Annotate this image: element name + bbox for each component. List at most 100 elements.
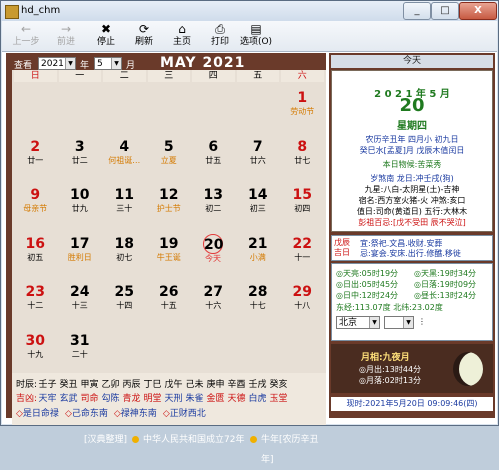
calendar-cell-bg (192, 326, 235, 373)
lunar-label: 初四 (294, 204, 311, 213)
toolbar-label: 打印 (210, 37, 229, 47)
lunar-label: 廿七 (294, 155, 311, 165)
calendar-day-cell[interactable]: 24 十三 (59, 284, 102, 311)
calendar-day-cell[interactable]: 26 十五 (148, 284, 191, 311)
today-weekday: 星期四 (397, 121, 427, 132)
maximize-button[interactable]: □ (431, 2, 459, 20)
lunar-line-1: 农历辛丑年 四月小 初九日 (365, 135, 459, 144)
weekday-header: 一 (58, 70, 101, 82)
toolbar-button-2[interactable]: ✖ 停止 (88, 21, 124, 51)
toolbar-button-4[interactable]: ⌂ 主页 (164, 21, 200, 51)
toolbar-button-0[interactable]: ← 上一步 (8, 21, 44, 51)
calendar-day-cell[interactable]: 27 十六 (192, 284, 235, 311)
day-number: 31 (70, 332, 90, 349)
toolbar-button-6[interactable]: ▤ 选项(O) (238, 21, 274, 51)
calendar-day-cell[interactable]: 3 廿二 (59, 139, 102, 166)
calendar-day-cell[interactable]: 11 三十 (103, 187, 146, 214)
calendar-day-cell[interactable]: 15 初四 (281, 187, 324, 214)
lunar-label: 初二 (205, 204, 222, 213)
wuhou: 本日物候:苦菜秀 (382, 160, 442, 169)
minimize-button[interactable]: _ (403, 2, 431, 20)
calendar-day-cell[interactable]: 20 今天 (203, 233, 223, 264)
lunar-label: 廿九 (71, 204, 88, 213)
calendar-day-cell[interactable]: 21 小满 (237, 236, 280, 263)
calendar-day-cell[interactable]: 25 十四 (103, 284, 146, 311)
calendar-day-cell[interactable]: 12 护士节 (148, 187, 191, 214)
lunar-label: 十五 (160, 301, 177, 310)
shen-item: ◇是日命禄 (16, 409, 59, 419)
calendar-day-cell[interactable]: 19 牛王诞 (148, 236, 191, 263)
footer-year: 牛年[农历辛丑年] (261, 435, 319, 465)
calendar-day-cell[interactable]: 14 初三 (237, 187, 280, 214)
pengzu-line: 彭祖百忌:[戊不受田 辰不哭泣] (358, 218, 466, 227)
sun-icon: ◎ (414, 291, 421, 300)
sun-time-item: ◎日落:19时09分 (414, 280, 477, 289)
info-item: 癸丑 (59, 380, 78, 390)
info-item: 朱雀 (185, 394, 204, 404)
zhishen-line: 值日:司命(黄道日) 五行:大林木 (356, 207, 468, 216)
calendar-day-cell[interactable]: 18 初七 (103, 236, 146, 263)
toolbar-label: 前进 (56, 37, 75, 47)
info-item: 壬子 (38, 380, 57, 390)
lunar-label: 十四 (116, 301, 133, 310)
calendar-day-cell[interactable]: 1 劳动节 (281, 90, 324, 117)
calendar-day-cell[interactable]: 31 二十 (59, 333, 102, 360)
calendar-cell-bg (147, 326, 190, 373)
city-select[interactable]: 北京 ▼ (336, 316, 380, 329)
year-select[interactable]: 2021 ▼ (38, 57, 76, 70)
calendar-day-cell[interactable]: 7 廿六 (237, 139, 280, 166)
calendar-day-cell[interactable]: 22 十一 (281, 236, 324, 263)
toolbar-button-1[interactable]: → 前进 (48, 21, 84, 51)
calendar-day-cell[interactable]: 30 十九 (14, 333, 57, 360)
chevron-down-icon: ▼ (369, 317, 379, 328)
info-item: 乙卯 (101, 380, 120, 390)
calendar-day-cell[interactable]: 5 立夏 (148, 139, 191, 166)
calendar-day-cell[interactable]: 4 何祖诞… (103, 139, 146, 166)
calendar-day-cell[interactable]: 16 初五 (14, 236, 57, 263)
calendar-day-cell[interactable]: 28 十七 (237, 284, 280, 311)
weekday-header: 二 (103, 70, 146, 82)
calendar-day-cell[interactable]: 29 十八 (281, 284, 324, 311)
lunar-label: 今天 (205, 253, 221, 263)
bullet-icon: ◎ (359, 376, 366, 385)
toolbar-label: 停止 (96, 37, 115, 47)
day-number: 14 (248, 187, 268, 203)
calendar-day-cell[interactable]: 2 廿一 (14, 139, 57, 166)
calendar-day-cell[interactable]: 23 十二 (14, 284, 57, 311)
calendar-day-cell[interactable]: 8 廿七 (281, 139, 324, 166)
toolbar-button-5[interactable]: ⎙ 打印 (202, 21, 238, 51)
toolbar-button-3[interactable]: ⟳ 刷新 (126, 21, 162, 51)
calendar-day-cell[interactable]: 10 廿九 (59, 187, 102, 214)
sun-time-item: ◎天黑:19时34分 (414, 269, 477, 278)
lunar-label: 护士节 (156, 204, 181, 213)
diamond-icon: ◇ (64, 409, 72, 419)
month-title: MAY 2021 (160, 55, 246, 71)
close-button[interactable]: X (459, 2, 497, 20)
today-day-number: 20 (399, 95, 425, 116)
calendar-day-cell[interactable]: 9 母亲节 (14, 187, 57, 214)
info-item: 丁巳 (143, 380, 162, 390)
lunar-label: 劳动节 (290, 107, 315, 116)
current-time: 现时:2021年5月20日 09:09:46(四) (331, 397, 493, 411)
shen-item: ◇正财西北 (162, 409, 206, 419)
sun-time-item: ◎日中:12时24分 (336, 291, 399, 300)
weekday-header: 三 (147, 70, 190, 82)
info-item: 司命 (80, 394, 99, 404)
calendar-day-cell[interactable]: 17 胜利日 (59, 236, 102, 263)
day-number: 9 (30, 187, 41, 203)
chevron-down-icon: ▼ (111, 58, 121, 69)
calendar-day-cell[interactable]: 13 初二 (192, 187, 235, 214)
month-select[interactable]: 5 ▼ (94, 57, 122, 70)
lunar-label: 初七 (116, 252, 133, 262)
calendar-cell-bg (236, 84, 279, 131)
day-number: 15 (292, 187, 312, 203)
district-select[interactable]: ▼ (384, 316, 414, 329)
tab-today[interactable]: 今天 (331, 55, 493, 68)
info-item: 壬戌 (248, 380, 267, 390)
shen-item: ◇己命东南 (64, 409, 108, 419)
calendar-day-cell[interactable]: 6 廿五 (192, 139, 235, 166)
app-icon (5, 5, 19, 19)
scroll-icon[interactable]: ⋮ (418, 317, 426, 326)
stars-line: 岁煞南 龙日:冲壬戌(狗) (370, 174, 454, 183)
toolbar-icon: ⎙ (215, 22, 225, 36)
